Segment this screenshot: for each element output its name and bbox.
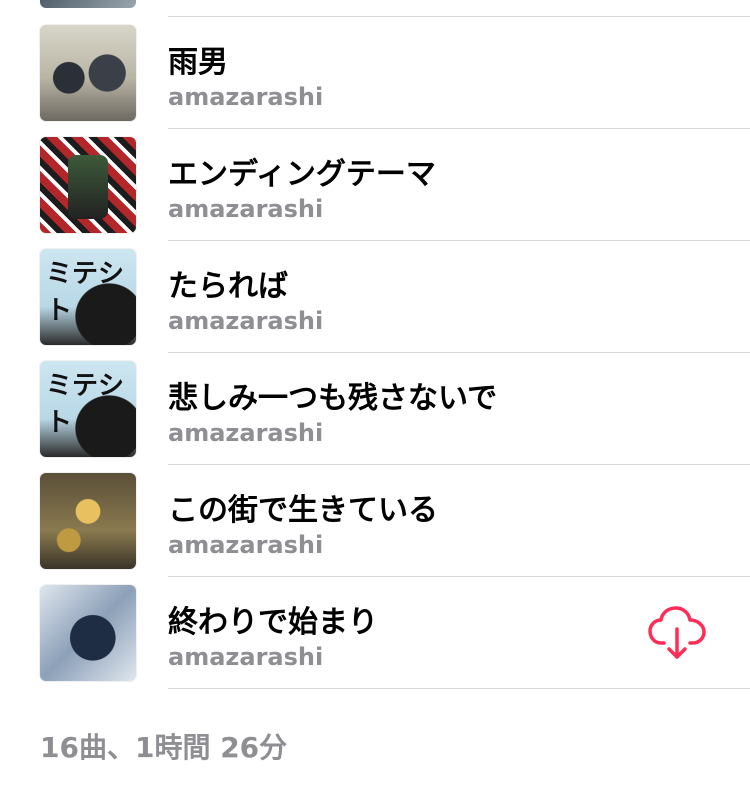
- song-row[interactable]: ミテシト 悲しみ一つも残さないで amazarashi: [0, 353, 750, 465]
- album-art-figure: [68, 155, 108, 219]
- album-art-lettering: ミテシト: [46, 371, 125, 438]
- song-artist: amazarashi: [168, 307, 324, 335]
- song-title: 悲しみ一つも残さないで: [168, 381, 498, 416]
- song-title: 終わりで始まり: [168, 605, 378, 640]
- album-art[interactable]: [40, 137, 136, 233]
- song-row[interactable]: エンディングテーマ amazarashi: [0, 129, 750, 241]
- song-artist: amazarashi: [168, 419, 324, 447]
- song-artist: amazarashi: [168, 195, 324, 223]
- album-art[interactable]: [40, 25, 136, 121]
- album-art[interactable]: ミテシト: [40, 249, 136, 345]
- album-art[interactable]: [40, 585, 136, 681]
- song-artist: amazarashi: [168, 643, 324, 671]
- song-row[interactable]: 終わりで始まり amazarashi: [0, 577, 750, 689]
- song-title: 雨男: [168, 45, 228, 80]
- song-title: この街で生きている: [168, 493, 438, 528]
- song-title: たられば: [168, 269, 288, 304]
- song-row[interactable]: 雨男 amazarashi: [0, 17, 750, 129]
- song-artist: amazarashi: [168, 531, 324, 559]
- album-art[interactable]: [40, 473, 136, 569]
- album-art-lettering: ミテシト: [46, 259, 125, 326]
- cloud-download-icon[interactable]: [648, 605, 708, 661]
- playlist-summary: 16曲、1時間 26分: [40, 731, 288, 764]
- song-artist: amazarashi: [168, 83, 324, 111]
- song-row[interactable]: この街で生きている amazarashi: [0, 465, 750, 577]
- album-art-partial[interactable]: [40, 0, 136, 8]
- song-row[interactable]: ミテシト たられば amazarashi: [0, 241, 750, 353]
- song-title: エンディングテーマ: [168, 157, 436, 192]
- row-divider: [168, 688, 750, 689]
- album-art[interactable]: ミテシト: [40, 361, 136, 457]
